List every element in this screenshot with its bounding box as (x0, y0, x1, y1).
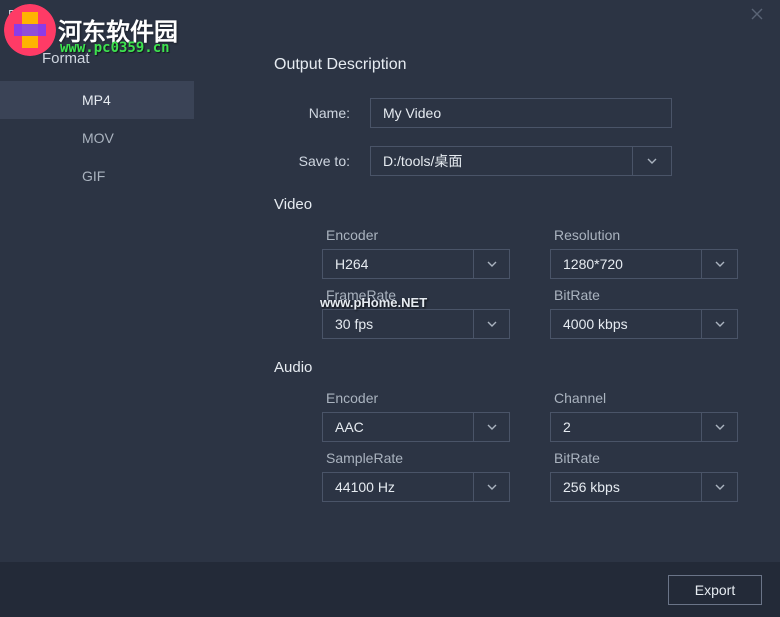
content-panel: Output Description Name: Save to: D:/too… (194, 28, 780, 562)
chevron-down-icon (487, 321, 497, 327)
select-arrow[interactable] (473, 310, 509, 338)
video-heading: Video (274, 196, 738, 213)
video-encoder-label: Encoder (322, 227, 510, 243)
chevron-down-icon (487, 261, 497, 267)
select-value: AAC (323, 413, 473, 441)
saveto-label: Save to: (274, 153, 370, 169)
titlebar: Export (0, 0, 780, 28)
audio-encoder-select[interactable]: AAC (322, 412, 510, 442)
close-button[interactable] (742, 0, 772, 28)
select-value: H264 (323, 250, 473, 278)
select-value: 256 kbps (551, 473, 701, 501)
select-value: 44100 Hz (323, 473, 473, 501)
select-arrow[interactable] (473, 413, 509, 441)
audio-samplerate-label: SampleRate (322, 450, 510, 466)
select-arrow[interactable] (701, 250, 737, 278)
sidebar-item-label: MOV (82, 130, 114, 146)
audio-encoder-label: Encoder (322, 390, 510, 406)
select-value: 1280*720 (551, 250, 701, 278)
select-value: 30 fps (323, 310, 473, 338)
video-framerate-select[interactable]: 30 fps (322, 309, 510, 339)
sidebar-heading: Format (0, 50, 194, 81)
chevron-down-icon (487, 484, 497, 490)
close-icon (751, 8, 763, 20)
audio-samplerate-select[interactable]: 44100 Hz (322, 472, 510, 502)
sidebar: Format MP4 MOV GIF (0, 28, 194, 562)
sidebar-item-mov[interactable]: MOV (0, 119, 194, 157)
audio-bitrate-label: BitRate (550, 450, 738, 466)
select-arrow[interactable] (473, 250, 509, 278)
video-resolution-label: Resolution (550, 227, 738, 243)
sidebar-item-gif[interactable]: GIF (0, 157, 194, 195)
chevron-down-icon (715, 261, 725, 267)
audio-channel-label: Channel (550, 390, 738, 406)
name-input[interactable] (370, 98, 672, 128)
video-framerate-label: FrameRate (322, 287, 510, 303)
chevron-down-icon (487, 424, 497, 430)
sidebar-item-label: GIF (82, 168, 105, 184)
name-label: Name: (274, 105, 370, 121)
chevron-down-icon (715, 484, 725, 490)
footer: Export (0, 562, 780, 617)
video-bitrate-select[interactable]: 4000 kbps (550, 309, 738, 339)
audio-channel-select[interactable]: 2 (550, 412, 738, 442)
select-value: 4000 kbps (551, 310, 701, 338)
sidebar-item-label: MP4 (82, 92, 111, 108)
chevron-down-icon (715, 321, 725, 327)
select-arrow[interactable] (701, 473, 737, 501)
select-value: 2 (551, 413, 701, 441)
video-bitrate-label: BitRate (550, 287, 738, 303)
select-arrow[interactable] (701, 413, 737, 441)
window-title: Export (8, 7, 46, 22)
sidebar-item-mp4[interactable]: MP4 (0, 81, 194, 119)
select-arrow[interactable] (473, 473, 509, 501)
video-encoder-select[interactable]: H264 (322, 249, 510, 279)
export-button[interactable]: Export (668, 575, 762, 605)
audio-heading: Audio (274, 359, 738, 376)
chevron-down-icon (647, 158, 657, 164)
saveto-browse-button[interactable] (632, 146, 672, 176)
chevron-down-icon (715, 424, 725, 430)
saveto-path[interactable]: D:/tools/桌面 (370, 146, 632, 176)
video-resolution-select[interactable]: 1280*720 (550, 249, 738, 279)
select-arrow[interactable] (701, 310, 737, 338)
output-heading: Output Description (274, 56, 738, 74)
audio-bitrate-select[interactable]: 256 kbps (550, 472, 738, 502)
